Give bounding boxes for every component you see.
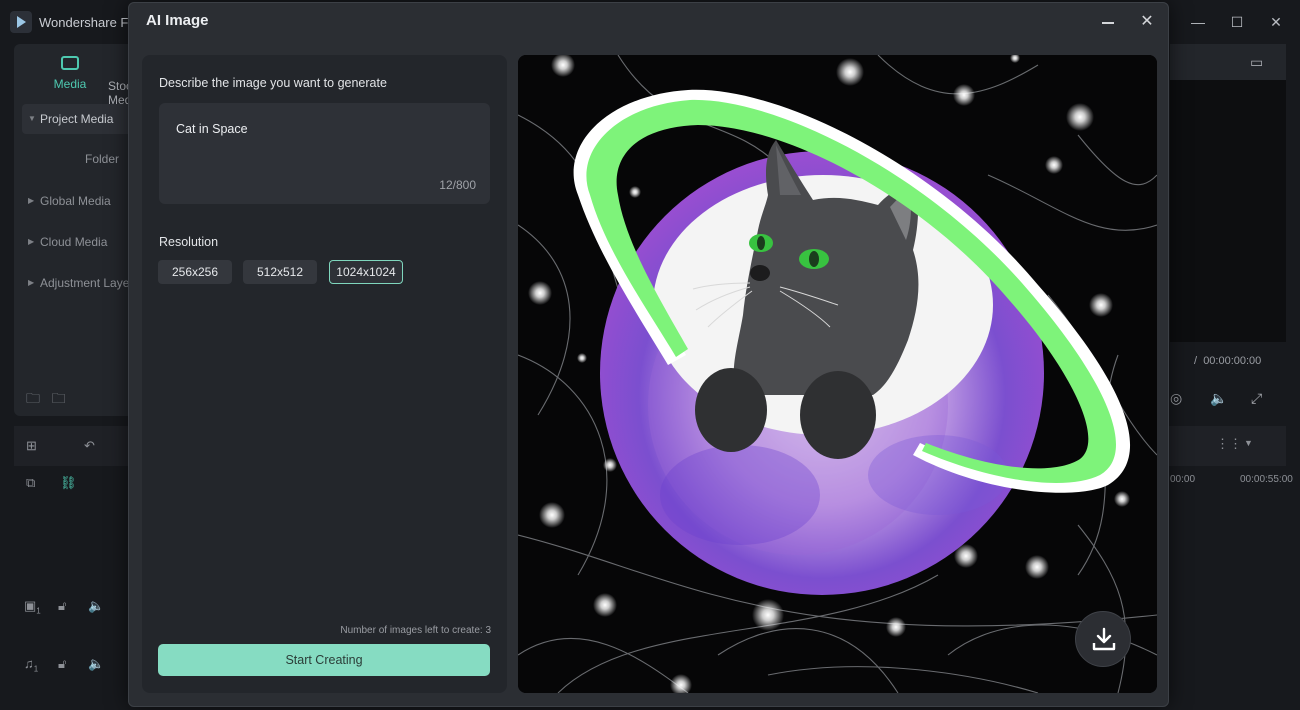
prompt-label: Describe the image you want to generate [159, 76, 387, 90]
caret-right-icon: ▶ [28, 278, 35, 287]
caret-right-icon: ▶ [28, 237, 35, 246]
sidebar-item-label: Cloud Media [40, 235, 108, 249]
download-button[interactable] [1075, 611, 1131, 667]
caret-right-icon: ▶ [28, 196, 35, 205]
app-close-icon[interactable]: ✕ [1266, 12, 1286, 32]
layout-icon[interactable]: ⊞ [26, 438, 37, 454]
caret-down-icon: ▼ [28, 114, 36, 123]
resolution-256-button[interactable]: 256x256 [158, 260, 232, 284]
tab-media[interactable]: Media [50, 56, 90, 91]
close-icon: ✕ [1140, 13, 1154, 30]
snapshot-icon[interactable]: ◎ [1170, 390, 1182, 407]
tab-media-label: Media [53, 77, 87, 91]
minimize-icon [1102, 22, 1114, 24]
close-button[interactable]: ✕ [1134, 9, 1160, 35]
sidebar-item-project-media[interactable]: ▼ Project Media [22, 104, 142, 134]
lock-icon[interactable]: 🔓︎ [58, 656, 66, 672]
download-icon [1092, 627, 1116, 651]
resolution-1024-button[interactable]: 1024x1024 [329, 260, 403, 284]
time-separator: / [1194, 355, 1198, 367]
preview-image-icon[interactable]: ▭ [1250, 54, 1263, 71]
chevron-down-icon[interactable]: ▼ [1244, 438, 1253, 448]
sidebar-item-label: Adjustment Layer [40, 276, 134, 290]
media-icon [61, 56, 79, 70]
sidebar-item-adjustment-layer[interactable]: ▶ Adjustment Layer [22, 268, 142, 298]
prompt-input[interactable]: Cat in Space 12/800 [159, 103, 490, 204]
start-creating-button[interactable]: Start Creating [158, 644, 490, 676]
resolution-512-button[interactable]: 512x512 [243, 260, 317, 284]
link-icon[interactable]: ⛓ [60, 475, 77, 491]
sidebar-item-label: Project Media [40, 112, 114, 126]
add-track-icon[interactable]: ⧉ [26, 475, 35, 491]
sidebar-item-label: Global Media [40, 194, 111, 208]
new-folder-icon[interactable]: 🗀 🗀 [26, 388, 66, 412]
minimize-button[interactable] [1095, 9, 1121, 35]
sidebar-item-global-media[interactable]: ▶ Global Media [22, 186, 142, 216]
player-time: / 00:00:00:00 [1194, 355, 1261, 367]
player-preview [1170, 80, 1286, 342]
generated-image [518, 55, 1157, 693]
media-library-panel: Media Stock Media ▼ Project Media Folder… [14, 44, 142, 416]
prompt-text: Cat in Space [176, 122, 248, 136]
dialog-title: AI Image [146, 12, 209, 29]
app-minimize-icon[interactable]: — [1188, 12, 1208, 32]
character-counter: 12/800 [439, 178, 476, 192]
generation-form: Describe the image you want to generate … [142, 55, 507, 693]
fullscreen-icon[interactable]: ⤢ [1251, 390, 1262, 407]
video-track-icon: ▣1 [24, 598, 41, 616]
undo-icon[interactable]: ↶ [84, 438, 95, 454]
track-volume-icon[interactable]: 🔈 [88, 598, 104, 614]
lock-icon[interactable]: 🔓︎ [58, 598, 66, 614]
total-time: 00:00:00:00 [1203, 355, 1262, 367]
sidebar-item-cloud-media[interactable]: ▶ Cloud Media [22, 227, 142, 257]
app-maximize-icon[interactable]: ☐ [1227, 12, 1247, 32]
images-left-text: Number of images left to create: 3 [340, 625, 491, 636]
ruler-tick: 00:00:55:00 [1240, 474, 1293, 485]
ruler-tick: 00:00 [1170, 474, 1196, 485]
volume-icon[interactable]: 🔈 [1210, 390, 1227, 407]
ai-image-dialog: AI Image ✕ Describe the image you want t… [128, 2, 1169, 707]
generated-image-preview [518, 55, 1157, 693]
app-logo-icon [10, 11, 32, 33]
track-volume-icon[interactable]: 🔈 [88, 656, 104, 672]
track-settings-icon[interactable]: ⋮⋮ [1216, 436, 1242, 452]
resolution-label: Resolution [159, 235, 219, 249]
audio-track-icon: ♫1 [24, 656, 39, 674]
preview-toolbar: ▭ [1170, 44, 1286, 80]
sidebar-item-folder[interactable]: Folder [85, 152, 119, 166]
